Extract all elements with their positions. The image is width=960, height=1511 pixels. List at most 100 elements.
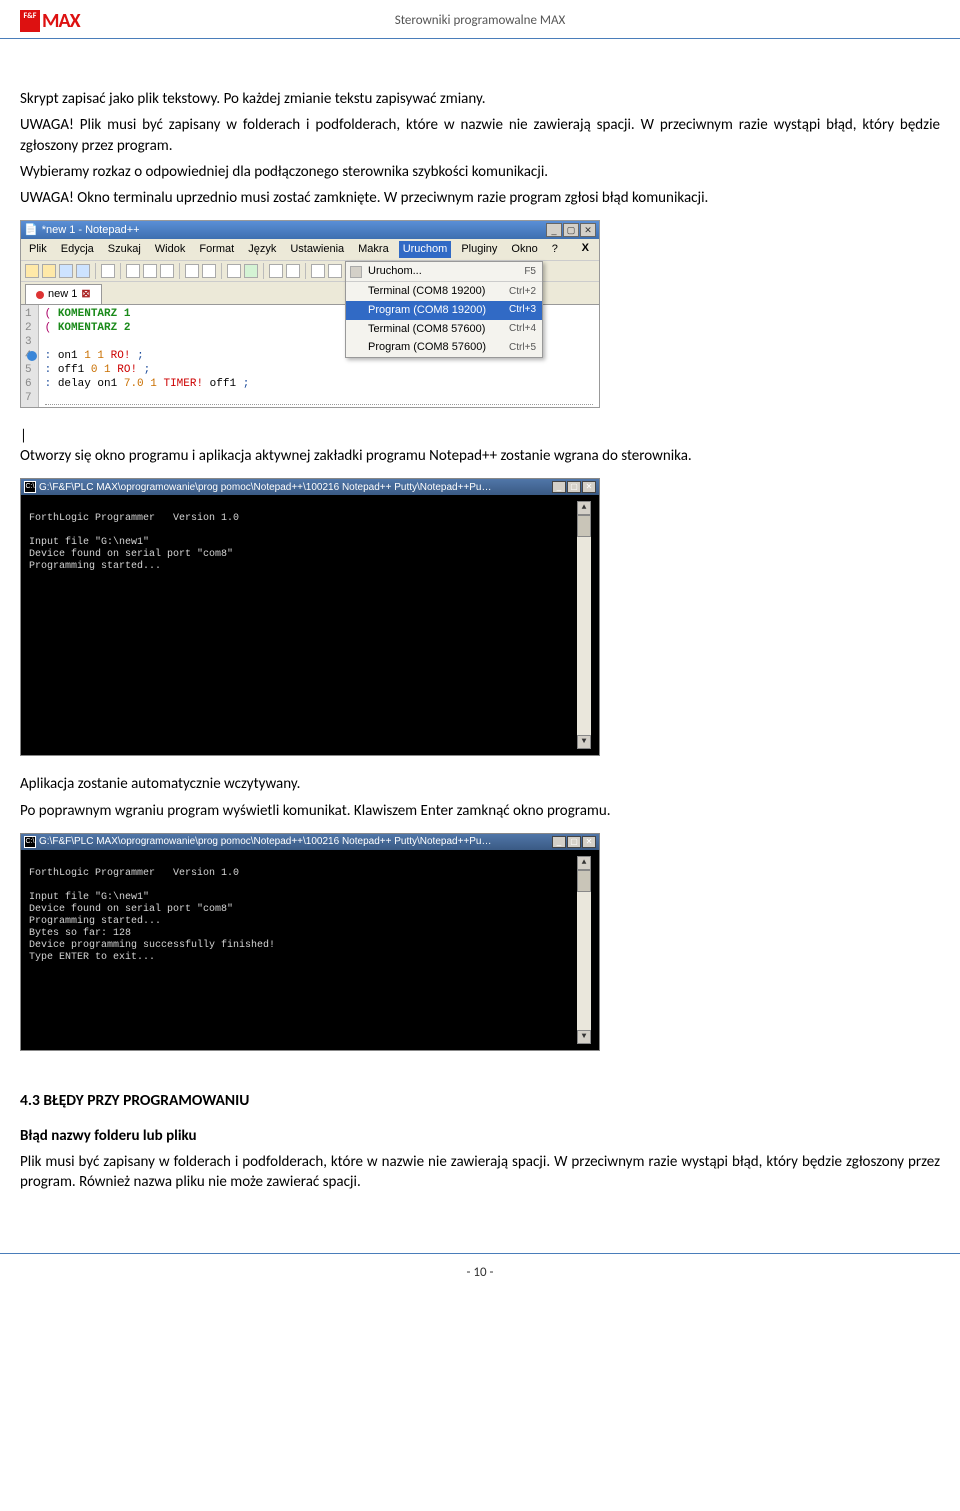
- menu-format[interactable]: Format: [195, 241, 238, 258]
- run-icon: [350, 266, 362, 278]
- cmd-icon: C:\: [24, 481, 36, 493]
- body-paragraph: UWAGA! Okno terminalu uprzednio musi zos…: [20, 188, 940, 208]
- toolbar-open-icon[interactable]: [42, 264, 56, 278]
- scroll-thumb[interactable]: [577, 515, 591, 537]
- menu-item-uruchom[interactable]: Uruchom... F5: [346, 262, 542, 281]
- scroll-up-icon[interactable]: ▲: [577, 501, 591, 515]
- console-title: G:\F&F\PLC MAX\oprogramowanie\prog pomoc…: [39, 835, 552, 849]
- toolbar-new-icon[interactable]: [25, 264, 39, 278]
- code-line: [45, 391, 593, 405]
- menu-help[interactable]: ?: [548, 241, 562, 258]
- toolbar-copy-icon[interactable]: [143, 264, 157, 278]
- menu-item-label: Uruchom...: [368, 264, 422, 279]
- menu-bar: Plik Edycja Szukaj Widok Format Język Us…: [21, 239, 599, 261]
- maximize-button[interactable]: ▢: [567, 836, 581, 848]
- toolbar-wrap-icon[interactable]: [311, 264, 325, 278]
- toolbar-separator: [179, 263, 180, 279]
- menu-item-label: Terminal (COM8 19200): [368, 284, 485, 299]
- maximize-button[interactable]: ▢: [567, 481, 581, 493]
- console-titlebar: C:\ G:\F&F\PLC MAX\oprogramowanie\prog p…: [21, 479, 599, 495]
- scroll-thumb[interactable]: [577, 870, 591, 892]
- close-button[interactable]: ✕: [580, 223, 596, 237]
- toolbar-save-icon[interactable]: [59, 264, 73, 278]
- console-window: C:\ G:\F&F\PLC MAX\oprogramowanie\prog p…: [20, 478, 600, 756]
- editor-tab[interactable]: new 1 ⊠: [25, 284, 102, 304]
- toolbar-separator: [305, 263, 306, 279]
- maximize-button[interactable]: ▢: [563, 223, 579, 237]
- console-title: G:\F&F\PLC MAX\oprogramowanie\prog pomoc…: [39, 481, 552, 495]
- close-button[interactable]: ✕: [582, 836, 596, 848]
- logo-text: MAX: [42, 8, 80, 35]
- console-window: C:\ G:\F&F\PLC MAX\oprogramowanie\prog p…: [20, 833, 600, 1051]
- menu-plik[interactable]: Plik: [25, 241, 51, 258]
- section-heading: 4.3 BŁĘDY PRZY PROGRAMOWANIU: [20, 1091, 940, 1112]
- menu-uruchom[interactable]: Uruchom: [399, 241, 452, 258]
- tab-close-icon[interactable]: ⊠: [81, 287, 90, 302]
- notepadpp-window: 📄 *new 1 - Notepad++ _ ▢ ✕ Plik Edycja S…: [20, 220, 600, 408]
- page-header: F&F MAX Sterowniki programowalne MAX: [0, 0, 960, 39]
- scrollbar[interactable]: ▲ ▼: [577, 501, 591, 749]
- menu-item-shortcut: Ctrl+2: [509, 285, 536, 299]
- menu-jezyk[interactable]: Język: [244, 241, 280, 258]
- menu-ustawienia[interactable]: Ustawienia: [286, 241, 348, 258]
- menu-item-shortcut: Ctrl+4: [509, 322, 536, 336]
- file-icon: 📄: [24, 223, 38, 238]
- menu-edycja[interactable]: Edycja: [57, 241, 98, 258]
- toolbar-zoomout-icon[interactable]: [286, 264, 300, 278]
- body-paragraph: Otworzy się okno programu i aplikacja ak…: [20, 446, 940, 466]
- console-body[interactable]: ForthLogic Programmer Version 1.0 Input …: [21, 850, 599, 1050]
- page-header-title: Sterowniki programowalne MAX: [100, 12, 860, 30]
- toolbar-saveall-icon[interactable]: [76, 264, 90, 278]
- toolbar-separator: [95, 263, 96, 279]
- body-paragraph: Skrypt zapisać jako plik tekstowy. Po ka…: [20, 89, 940, 109]
- scroll-track[interactable]: [577, 870, 591, 1030]
- toolbar: Uruchom... F5 Terminal (COM8 19200) Ctrl…: [21, 261, 599, 282]
- toolbar-undo-icon[interactable]: [185, 264, 199, 278]
- toolbar-separator: [120, 263, 121, 279]
- menu-item-program-19200[interactable]: Program (COM8 19200) Ctrl+3: [346, 301, 542, 320]
- logo: F&F MAX: [20, 8, 100, 34]
- toolbar-separator: [263, 263, 264, 279]
- scroll-down-icon[interactable]: ▼: [577, 1030, 591, 1044]
- code-line: : off1 0 1 RO! ;: [45, 363, 593, 377]
- menu-item-terminal-57600[interactable]: Terminal (COM8 57600) Ctrl+4: [346, 320, 542, 339]
- toolbar-zoomin-icon[interactable]: [269, 264, 283, 278]
- scroll-up-icon[interactable]: ▲: [577, 856, 591, 870]
- scroll-down-icon[interactable]: ▼: [577, 735, 591, 749]
- scrollbar[interactable]: ▲ ▼: [577, 856, 591, 1044]
- console-output: ForthLogic Programmer Version 1.0 Input …: [29, 501, 577, 749]
- menu-item-shortcut: Ctrl+3: [509, 303, 536, 317]
- menu-item-shortcut: F5: [524, 265, 536, 279]
- close-button[interactable]: ✕: [582, 481, 596, 493]
- toolbar-chars-icon[interactable]: [328, 264, 342, 278]
- menu-makra[interactable]: Makra: [354, 241, 393, 258]
- menu-item-program-57600[interactable]: Program (COM8 57600) Ctrl+5: [346, 338, 542, 357]
- cmd-icon: C:\: [24, 836, 36, 848]
- menu-item-shortcut: Ctrl+5: [509, 341, 536, 355]
- console-body[interactable]: ForthLogic Programmer Version 1.0 Input …: [21, 495, 599, 755]
- minimize-button[interactable]: _: [552, 836, 566, 848]
- minimize-button[interactable]: _: [546, 223, 562, 237]
- menu-item-terminal-19200[interactable]: Terminal (COM8 19200) Ctrl+2: [346, 281, 542, 301]
- tab-label: new 1: [48, 287, 77, 302]
- menu-okno[interactable]: Okno: [507, 241, 541, 258]
- tab-global-close-icon[interactable]: X: [576, 241, 595, 258]
- scroll-track[interactable]: [577, 515, 591, 735]
- body-paragraph: Aplikacja zostanie automatycznie wczytyw…: [20, 774, 940, 794]
- toolbar-separator: [221, 263, 222, 279]
- minimize-button[interactable]: _: [552, 481, 566, 493]
- menu-szukaj[interactable]: Szukaj: [104, 241, 145, 258]
- body-paragraph: Plik musi być zapisany w folderach i pod…: [20, 1152, 940, 1193]
- toolbar-macro-icon[interactable]: [244, 264, 258, 278]
- body-paragraph: Po poprawnym wgraniu program wyświetli k…: [20, 801, 940, 821]
- menu-widok[interactable]: Widok: [151, 241, 190, 258]
- toolbar-cut-icon[interactable]: [126, 264, 140, 278]
- toolbar-print-icon[interactable]: [101, 264, 115, 278]
- menu-pluginy[interactable]: Pluginy: [457, 241, 501, 258]
- toolbar-redo-icon[interactable]: [202, 264, 216, 278]
- toolbar-paste-icon[interactable]: [160, 264, 174, 278]
- window-title: *new 1 - Notepad++: [38, 223, 546, 238]
- toolbar-find-icon[interactable]: [227, 264, 241, 278]
- menu-item-label: Program (COM8 57600): [368, 340, 486, 355]
- window-titlebar: 📄 *new 1 - Notepad++ _ ▢ ✕: [21, 221, 599, 239]
